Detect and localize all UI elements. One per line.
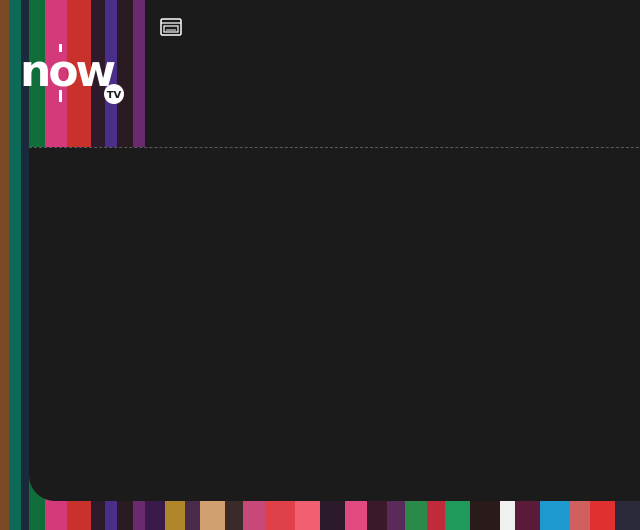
stripe — [320, 496, 345, 530]
stripe — [515, 496, 540, 530]
stripe — [470, 496, 500, 530]
stripe — [265, 496, 295, 530]
stripe — [0, 0, 9, 530]
logo-tick — [59, 44, 62, 52]
stripe — [367, 496, 387, 530]
stripe — [500, 496, 515, 530]
stripe — [427, 496, 445, 530]
logo-badge-text: TV — [107, 90, 122, 101]
stripe — [405, 496, 427, 530]
stripe — [185, 496, 200, 530]
stripe — [295, 496, 320, 530]
stripe — [145, 496, 165, 530]
picture-in-picture-icon — [160, 18, 182, 36]
now-tv-logo-icon: now TV — [20, 44, 124, 104]
logo-tick — [59, 90, 62, 102]
content-panel — [29, 147, 640, 501]
stripe — [615, 496, 640, 530]
stripe — [387, 496, 405, 530]
stripe — [200, 496, 225, 530]
top-bar — [145, 0, 640, 147]
stripe — [243, 496, 265, 530]
app-window: now TV — [0, 0, 640, 530]
picture-in-picture-button[interactable] — [160, 18, 182, 36]
stripe — [540, 496, 570, 530]
stripe — [590, 496, 615, 530]
stripe — [345, 496, 367, 530]
stripe — [225, 496, 243, 530]
stripe — [165, 496, 185, 530]
now-tv-logo[interactable]: now TV — [18, 40, 130, 110]
logo-wordmark: now — [20, 46, 116, 97]
stripe — [570, 496, 590, 530]
stripe — [445, 496, 470, 530]
